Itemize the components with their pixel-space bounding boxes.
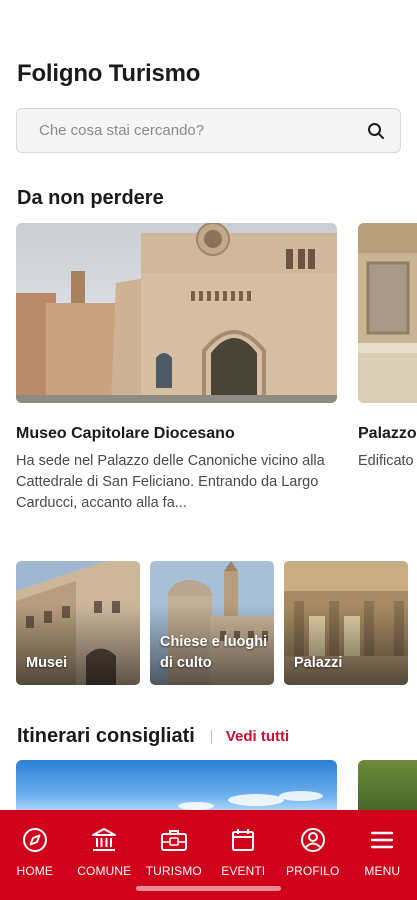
section-title-highlights: Da non perdere [17,187,164,209]
tab-home[interactable]: HOME [0,810,70,900]
card-title: Museo Capitolare Diocesano [16,425,235,442]
luggage-icon [160,826,188,854]
home-indicator[interactable] [136,886,281,891]
tab-menu[interactable]: MENU [348,810,417,900]
category-label: Musei [26,655,68,671]
card-description: Edificato divenne oggi app [358,453,417,469]
compass-icon [21,826,49,854]
category-palazzi[interactable]: Palazzi [284,561,408,685]
calendar-icon [229,826,257,854]
tab-label: MENU [364,864,401,878]
search-bar[interactable] [16,108,401,153]
hamburger-icon [368,826,396,854]
tab-label: EVENTI [221,864,266,878]
search-icon[interactable] [366,121,386,141]
highlights-carousel[interactable]: Museo Capitolare Diocesano Ha sede nel P… [16,223,417,543]
card-image [16,223,337,403]
category-label: Chiese e luoghi di culto [160,634,268,671]
itineraries-header: Itinerari consigliati Vedi tutti [17,725,289,748]
section-title-itineraries: Itinerari consigliati [17,725,195,747]
tab-profilo[interactable]: PROFILO [278,810,348,900]
search-input[interactable] [39,122,366,139]
user-icon [299,826,327,854]
see-all-link[interactable]: Vedi tutti [226,728,289,745]
card-image [358,223,417,403]
category-row: Musei Chiese e luoghi di culto Palazzi [16,561,417,685]
divider [210,729,212,744]
tab-label: HOME [16,864,53,878]
card-title: Palazzo Quintan [358,425,417,442]
category-musei[interactable]: Musei [16,561,140,685]
tab-label: COMUNE [77,864,132,878]
card-description: Ha sede nel Palazzo delle Canoniche vici… [16,453,325,511]
tab-comune[interactable]: COMUNE [70,810,140,900]
page-title: Foligno Turismo [17,60,201,87]
tab-label: PROFILO [286,864,340,878]
category-label: Palazzi [294,655,343,671]
town-hall-icon [90,826,118,854]
highlight-card[interactable]: Museo Capitolare Diocesano Ha sede nel P… [16,223,337,514]
tab-label: TURISMO [145,864,202,878]
category-chiese[interactable]: Chiese e luoghi di culto [150,561,274,685]
highlight-card[interactable]: Palazzo Quintan Edificato divenne oggi a… [358,223,417,472]
